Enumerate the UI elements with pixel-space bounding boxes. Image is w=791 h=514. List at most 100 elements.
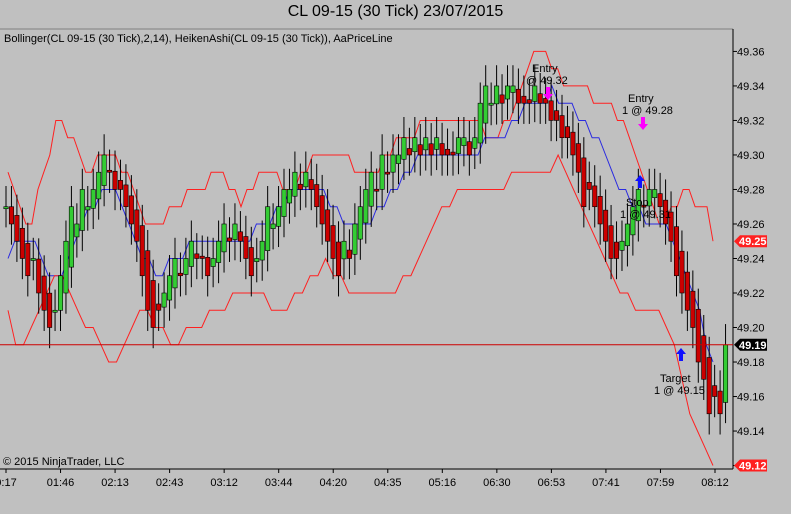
up-candle: [79, 189, 85, 231]
up-candle: [434, 137, 440, 150]
down-candle: [374, 188, 380, 192]
down-candle: [515, 88, 521, 104]
up-candle: [510, 85, 516, 93]
down-candle: [14, 215, 20, 242]
down-candle: [128, 195, 134, 225]
down-candle: [564, 126, 570, 139]
chart-window: CL 09-15 (30 Tick) 23/07/2015 49.36 49.34…: [0, 0, 791, 514]
entry-label-line2: @ 49.32: [526, 75, 568, 87]
down-candle: [614, 241, 620, 259]
x-tick-label: 04:20: [319, 477, 347, 489]
up-candle: [265, 206, 271, 251]
y-tick-label: 49.26: [737, 219, 765, 231]
y-tick-label: 49.34: [737, 81, 765, 93]
entry-label-line1: Entry: [532, 63, 558, 75]
up-candle: [619, 240, 625, 251]
up-candle: [281, 189, 287, 217]
down-candle: [592, 185, 598, 208]
down-candle: [597, 196, 603, 225]
down-candle: [325, 209, 331, 242]
up-candle: [532, 85, 538, 102]
down-candle: [205, 257, 211, 277]
down-candle: [248, 247, 254, 277]
target-label-line1: Target: [660, 373, 691, 385]
up-candle: [270, 223, 276, 229]
up-candle: [259, 240, 265, 261]
down-candle: [139, 225, 145, 277]
down-candle: [123, 184, 129, 208]
up-candle: [167, 275, 173, 301]
x-tick-label: 03:12: [210, 477, 238, 489]
up-candle: [68, 206, 74, 268]
up-candle: [188, 240, 194, 267]
down-candle: [47, 292, 53, 328]
up-candle: [96, 171, 102, 200]
down-candle: [417, 144, 423, 156]
down-candle: [319, 195, 325, 225]
up-candle: [472, 137, 478, 149]
y-tick-label: 49.14: [737, 426, 765, 438]
up-candle: [494, 85, 500, 105]
up-candle: [477, 102, 483, 144]
up-candle: [292, 171, 298, 197]
last-price-box: 49.19: [734, 338, 767, 352]
up-candle: [221, 223, 227, 253]
down-candle: [701, 335, 707, 380]
target-label-line2: 1 @ 49.15: [654, 385, 705, 397]
down-candle: [314, 184, 320, 208]
down-candle: [385, 171, 391, 175]
y-tick-label: 49.16: [737, 392, 765, 404]
up-candle: [3, 206, 9, 210]
down-candle: [608, 225, 614, 259]
down-candle: [554, 110, 560, 121]
down-candle: [297, 183, 303, 190]
price-chart[interactable]: 49.36 49.34 49.32 49.30 49.28 49.26 49.24 49.22…: [0, 0, 791, 514]
x-tick-label: 01:46: [47, 477, 75, 489]
x-tick-label: 02:43: [156, 477, 184, 489]
up-candle: [455, 137, 461, 154]
down-candle: [177, 272, 183, 277]
down-candle: [581, 157, 587, 208]
entry-label-line1: Entry: [628, 93, 654, 105]
x-tick-label: 03:44: [265, 477, 293, 489]
up-candle: [286, 189, 292, 204]
up-candle: [379, 154, 385, 190]
down-candle: [690, 290, 696, 328]
down-candle: [559, 115, 565, 139]
up-candle: [505, 85, 511, 100]
up-candle: [395, 154, 401, 164]
up-candle: [90, 189, 96, 209]
down-candle: [308, 179, 314, 190]
y-tick-label: 49.36: [737, 46, 765, 58]
down-candle: [543, 98, 549, 104]
lower-band-price-box: 49.12: [734, 459, 767, 473]
down-candle: [336, 241, 342, 277]
up-candle: [341, 240, 347, 260]
up-candle: [172, 258, 178, 289]
down-candle: [450, 151, 456, 156]
down-candle: [199, 255, 205, 259]
up-candle: [276, 206, 282, 227]
down-candle: [521, 95, 527, 104]
up-candle: [352, 223, 358, 255]
up-candle: [368, 171, 374, 207]
down-candle: [717, 390, 723, 415]
x-tick-label: 05:16: [429, 477, 457, 489]
down-candle: [156, 303, 162, 311]
y-tick-label: 49.28: [737, 184, 765, 196]
stop-label-line1: Stop: [626, 197, 649, 209]
y-tick-label: 49.30: [737, 150, 765, 162]
down-candle: [466, 141, 472, 156]
last-price-box-text: 49.19: [739, 340, 767, 352]
x-tick-label: 08:12: [701, 477, 729, 489]
up-candle: [652, 189, 658, 199]
indicator-legend: Bollinger(CL 09-15 (30 Tick),2,14), Heik…: [4, 33, 393, 45]
down-candle: [194, 253, 200, 259]
up-candle: [210, 258, 216, 267]
down-candle: [134, 209, 140, 242]
down-candle: [712, 385, 718, 397]
up-candle: [74, 223, 80, 238]
up-candle: [254, 258, 260, 262]
down-candle: [19, 227, 25, 259]
entry-arrow-icon: [638, 117, 648, 130]
